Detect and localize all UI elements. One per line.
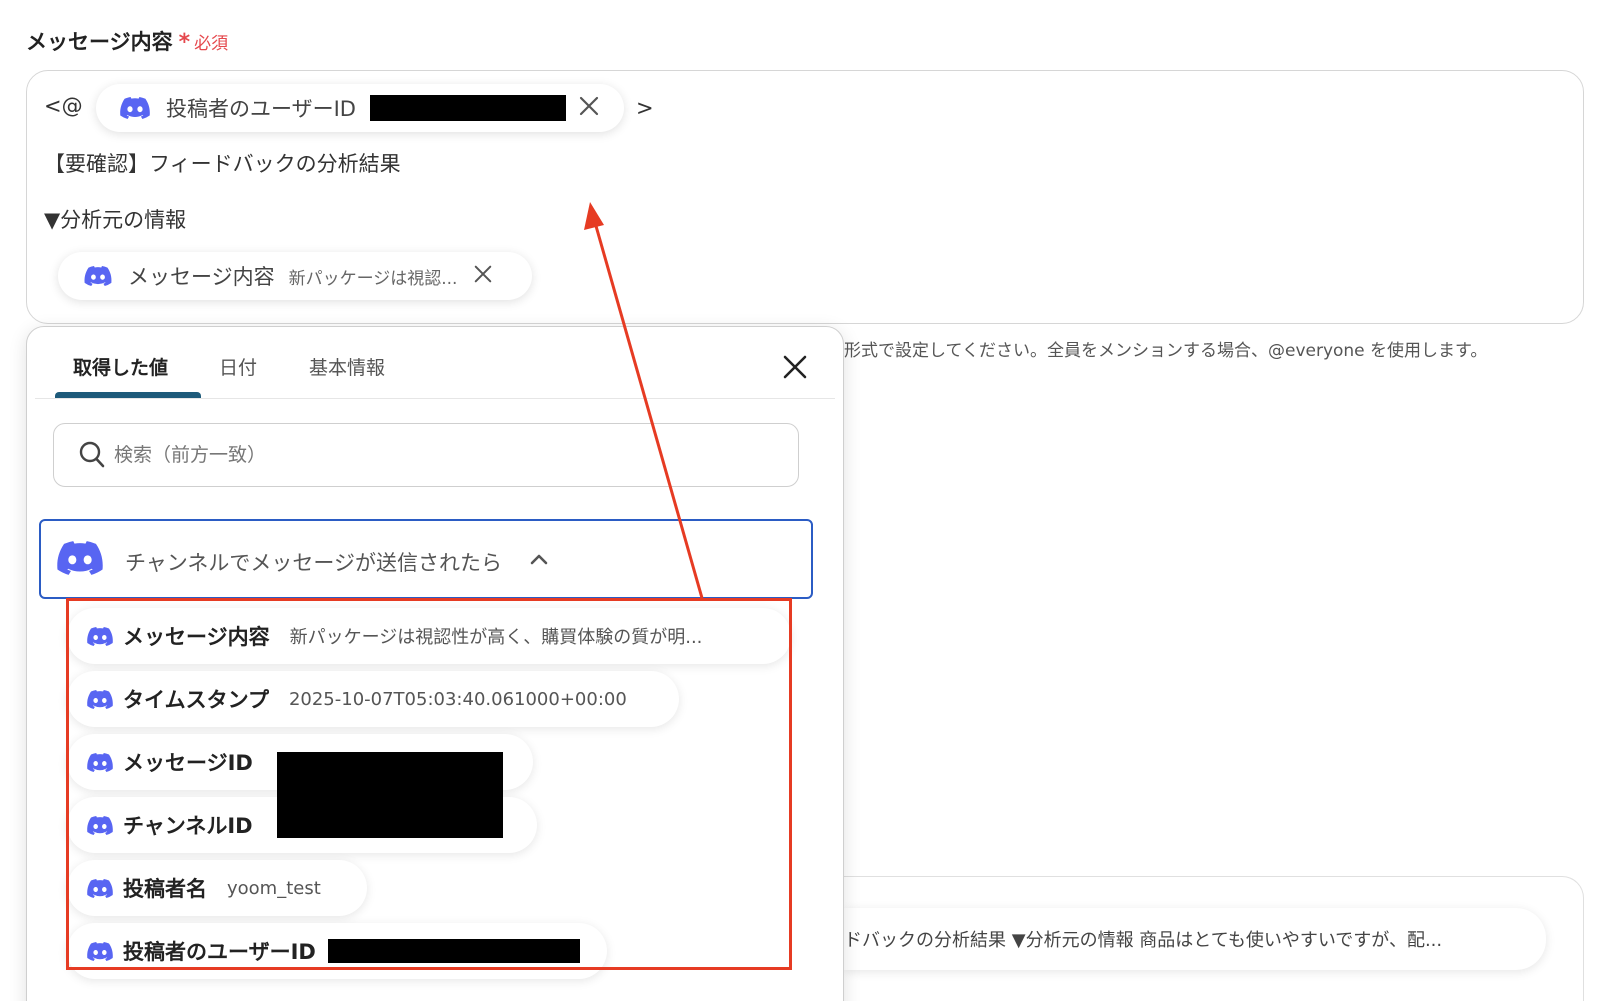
- mention-prefix: <@: [44, 94, 83, 118]
- close-panel-button[interactable]: [775, 347, 815, 387]
- discord-icon: [57, 541, 103, 575]
- message-content-chip[interactable]: メッセージ内容 新パッケージは視認...: [58, 252, 532, 300]
- user-id-chip[interactable]: 投稿者のユーザーID: [96, 84, 624, 132]
- close-icon[interactable]: [473, 264, 493, 288]
- search-input[interactable]: [114, 438, 754, 472]
- tab-basic-info[interactable]: 基本情報: [309, 353, 385, 380]
- tab-bar: 取得した値 日付 基本情報: [35, 327, 835, 399]
- editor-line-2: ▼分析元の情報: [44, 208, 187, 232]
- highlight-box: [66, 598, 792, 970]
- trigger-section-header[interactable]: チャンネルでメッセージが送信されたら: [39, 519, 813, 599]
- message-chip-label: メッセージ内容: [128, 265, 275, 289]
- message-chip-value: 新パッケージは視認...: [288, 268, 458, 289]
- mention-suffix: >: [636, 96, 654, 120]
- redacted-value: [369, 95, 566, 121]
- required-asterisk: *: [178, 30, 191, 55]
- field-label-text: メッセージ内容: [26, 30, 173, 54]
- discord-icon: [84, 266, 112, 286]
- active-tab-indicator: [55, 392, 201, 398]
- chevron-up-icon[interactable]: [529, 551, 549, 570]
- field-label: メッセージ内容 * 必須: [26, 26, 228, 56]
- close-icon[interactable]: [578, 95, 600, 121]
- search-icon: [78, 440, 106, 474]
- discord-icon: [120, 97, 150, 119]
- tab-date[interactable]: 日付: [219, 353, 257, 380]
- tab-acquired-values[interactable]: 取得した値: [73, 353, 168, 380]
- preview-text: ドバックの分析結果 ▼分析元の情報 商品はとても使いやすいですが、配...: [844, 930, 1443, 951]
- editor-line-1: 【要確認】フィードバックの分析結果: [44, 152, 401, 176]
- required-text: 必須: [194, 34, 229, 54]
- search-box: [53, 423, 799, 487]
- close-icon: [783, 355, 807, 379]
- section-title: チャンネルでメッセージが送信されたら: [125, 551, 502, 575]
- helper-text: 形式で設定してください。全員をメンションする場合、@everyone を使用しま…: [844, 341, 1488, 361]
- user-id-chip-label: 投稿者のユーザーID: [166, 97, 356, 121]
- preview-chip[interactable]: ドバックの分析結果 ▼分析元の情報 商品はとても使いやすいですが、配...: [844, 908, 1546, 970]
